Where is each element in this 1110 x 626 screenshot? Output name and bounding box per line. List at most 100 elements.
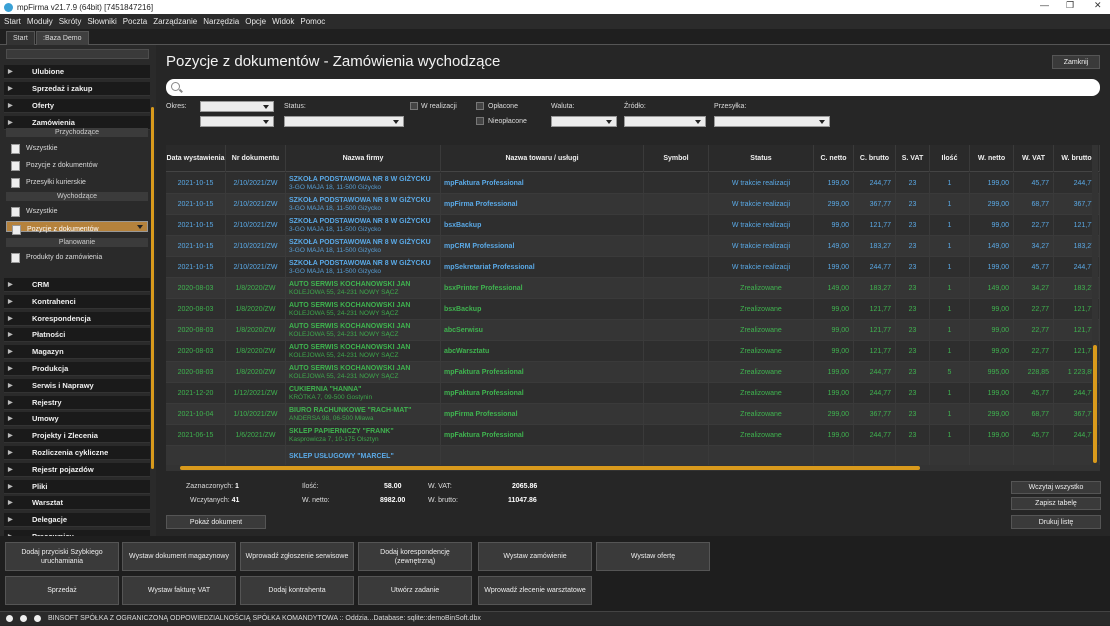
menu-item-0[interactable]: Start: [4, 17, 21, 26]
sidebar-group-b7[interactable]: ▶ Rejestry: [4, 395, 150, 410]
tab-baza-demo[interactable]: :Baza Demo: [36, 31, 89, 45]
nieoplacone-checkbox[interactable]: [476, 117, 484, 125]
close-button[interactable]: Zamknij: [1052, 55, 1100, 69]
table-row[interactable]: 2020-08-03 1/8/2020/ZW AUTO SERWIS KOCHANO…: [166, 278, 1100, 299]
table-row[interactable]: 2020-08-03 1/8/2020/ZW AUTO SERWIS KOCHANO…: [166, 362, 1100, 383]
table-row[interactable]: 2020-08-03 1/8/2020/ZW AUTO SERWIS KOCHANO…: [166, 299, 1100, 320]
column-header-5[interactable]: Status: [709, 145, 814, 172]
column-header-3[interactable]: Nazwa towaru / usługi: [441, 145, 644, 172]
column-header-1[interactable]: Nr dokumentu: [226, 145, 286, 172]
column-header-8[interactable]: S. VAT: [896, 145, 930, 172]
search-input[interactable]: [166, 79, 1100, 96]
column-header-9[interactable]: Ilość: [930, 145, 970, 172]
column-header-0[interactable]: Data wystawienia: [166, 145, 226, 172]
okres-select[interactable]: [200, 101, 274, 112]
menu-item-5[interactable]: Zarządzanie: [153, 17, 197, 26]
sidebar-group-b6[interactable]: ▶ Serwis i Naprawy: [4, 378, 150, 393]
drukuj-liste-button[interactable]: Drukuj listę: [1011, 515, 1101, 529]
menu-item-4[interactable]: Poczta: [123, 17, 147, 26]
sidebar-group-b10[interactable]: ▶ Rozliczenia cykliczne: [4, 446, 150, 460]
hscroll-thumb[interactable]: [180, 466, 920, 470]
table-row[interactable]: 2021-10-15 2/10/2021/ZW SZKOŁA PODSTAWOWA …: [166, 173, 1100, 194]
sidebar-group-b13[interactable]: ▶ Warsztat: [4, 496, 150, 511]
table-row[interactable]: 2021-10-04 1/10/2021/ZW BIURO RACHUNKOWE "…: [166, 404, 1100, 425]
menu-item-3[interactable]: Słowniki: [87, 17, 116, 26]
sidebar-group-b0[interactable]: ▶ CRM: [4, 278, 150, 292]
quick-button-6[interactable]: Sprzedaż: [5, 576, 119, 605]
pokaz-dokument-button[interactable]: Pokaż dokument: [166, 515, 266, 529]
table-row[interactable]: 2021-10-15 2/10/2021/ZW SZKOŁA PODSTAWOWA …: [166, 236, 1100, 257]
sidebar-wych-item-0[interactable]: Wszystkie: [6, 204, 148, 220]
sidebar-plan-item-0[interactable]: Produkty do zamówienia: [6, 250, 148, 266]
menu-item-8[interactable]: Widok: [272, 17, 294, 26]
status-select[interactable]: [284, 116, 404, 127]
firm-address: 3-GO MAJA 18, 11-500 Giżycko: [289, 225, 381, 233]
column-header-6[interactable]: C. netto: [814, 145, 854, 172]
sidebar-group-b14[interactable]: ▶ Delegacje: [4, 513, 150, 528]
sidebar-group-b8[interactable]: ▶ Umowy: [4, 412, 150, 427]
cell-wn: 199,00: [970, 257, 1014, 278]
sidebar-group-b5[interactable]: ▶ Produkcja: [4, 362, 150, 376]
table-row[interactable]: 2021-10-15 2/10/2021/ZW SZKOŁA PODSTAWOWA …: [166, 257, 1100, 278]
quick-button-0[interactable]: Dodaj przyciski Szybkiego uruchamiania: [5, 542, 119, 571]
quick-button-10[interactable]: Wprowadź zlecenie warsztatowe: [478, 576, 592, 605]
minimize-icon[interactable]: —: [1040, 0, 1049, 10]
sidebar-group-2[interactable]: ▶ Oferty: [4, 99, 150, 113]
menu-item-6[interactable]: Narzędzia: [203, 17, 239, 26]
quick-button-3[interactable]: Dodaj korespondencję (zewnętrzną): [358, 542, 472, 571]
przesylka-select[interactable]: [714, 116, 830, 127]
menu-item-9[interactable]: Pomoc: [300, 17, 325, 26]
cell-nr: 2/10/2021/ZW: [226, 257, 286, 278]
column-header-2[interactable]: Nazwa firmy: [286, 145, 441, 172]
quick-button-4[interactable]: Wystaw zamówienie: [478, 542, 592, 571]
menu-item-2[interactable]: Skróty: [59, 17, 82, 26]
column-header-4[interactable]: Symbol: [644, 145, 709, 172]
zapisz-tabele-button[interactable]: Zapisz tabelę: [1011, 497, 1101, 510]
vscroll-thumb[interactable]: [1093, 345, 1097, 463]
wczytaj-wszystko-button[interactable]: Wczytaj wszystko: [1011, 481, 1101, 494]
oplacone-checkbox[interactable]: [476, 102, 484, 110]
column-header-11[interactable]: W. VAT: [1014, 145, 1054, 172]
table-row[interactable]: 2021-12-20 1/12/2021/ZW CUKIERNIA "HANNA" K…: [166, 383, 1100, 404]
table-row[interactable]: 2020-08-03 1/8/2020/ZW AUTO SERWIS KOCHANO…: [166, 320, 1100, 341]
quick-button-9[interactable]: Utwórz zadanie: [358, 576, 472, 605]
sidebar-search-input[interactable]: [6, 49, 149, 59]
quick-button-5[interactable]: Wystaw ofertę: [596, 542, 710, 571]
sidebar-group-b1[interactable]: ▶ Kontrahenci: [4, 294, 150, 309]
sidebar-group-0[interactable]: ▶ Ulubione: [4, 65, 150, 79]
sidebar-group-b12[interactable]: ▶ Pliki: [4, 479, 150, 494]
quick-button-8[interactable]: Dodaj kontrahenta: [240, 576, 354, 605]
sidebar-group-1[interactable]: ▶ Sprzedaż i zakup: [4, 82, 150, 96]
waluta-select[interactable]: [551, 116, 617, 127]
table-row[interactable]: 2021-10-15 2/10/2021/ZW SZKOŁA PODSTAWOWA …: [166, 194, 1100, 215]
sidebar-group-b11[interactable]: ▶ Rejestr pojazdów: [4, 462, 150, 477]
table-row[interactable]: 2021-10-15 2/10/2021/ZW SZKOŁA PODSTAWOWA …: [166, 215, 1100, 236]
table-horizontal-scrollbar[interactable]: [166, 465, 1100, 471]
menu-item-1[interactable]: Moduły: [27, 17, 53, 26]
sidebar-group-b2[interactable]: ▶ Korespondencja: [4, 311, 150, 326]
sidebar-group-b3[interactable]: ▶ Płatności: [4, 328, 150, 343]
quick-button-2[interactable]: Wprowadź zgłoszenie serwisowe: [240, 542, 354, 571]
sidebar-scrollbar[interactable]: [151, 107, 154, 469]
quick-button-1[interactable]: Wystaw dokument magazynowy: [122, 542, 236, 571]
menu-item-7[interactable]: Opcje: [245, 17, 266, 26]
sidebar-przych-item-1[interactable]: Pozycje z dokumentów: [6, 158, 148, 174]
maximize-icon[interactable]: ❐: [1066, 0, 1074, 11]
sidebar-przych-item-0[interactable]: Wszystkie: [6, 141, 148, 157]
sidebar-group-b4[interactable]: ▶ Magazyn: [4, 345, 150, 360]
close-icon[interactable]: ✕: [1094, 0, 1102, 11]
table-row[interactable]: 2020-08-03 1/8/2020/ZW AUTO SERWIS KOCHANO…: [166, 341, 1100, 362]
column-header-7[interactable]: C. brutto: [854, 145, 896, 172]
w-realizacji-checkbox[interactable]: [410, 102, 418, 110]
tab-start[interactable]: Start: [6, 31, 35, 45]
column-header-10[interactable]: W. netto: [970, 145, 1014, 172]
table-row[interactable]: 2021-06-15 1/6/2021/ZW SKLEP PAPIERNICZY "…: [166, 425, 1100, 446]
quick-button-7[interactable]: Wystaw fakturę VAT: [122, 576, 236, 605]
zrodlo-select[interactable]: [624, 116, 706, 127]
sidebar-group-b9[interactable]: ▶ Projekty i Zlecenia: [4, 429, 150, 444]
table-vertical-scrollbar[interactable]: [1092, 145, 1098, 467]
table-row[interactable]: SKLEP USŁUGOWY "MARCEL": [166, 446, 1100, 467]
sidebar-przych-item-2[interactable]: Przesyłki kurierskie: [6, 175, 148, 191]
sidebar-wych-item-1[interactable]: Pozycje z dokumentów: [6, 221, 148, 235]
okres-select-2[interactable]: [200, 116, 274, 127]
